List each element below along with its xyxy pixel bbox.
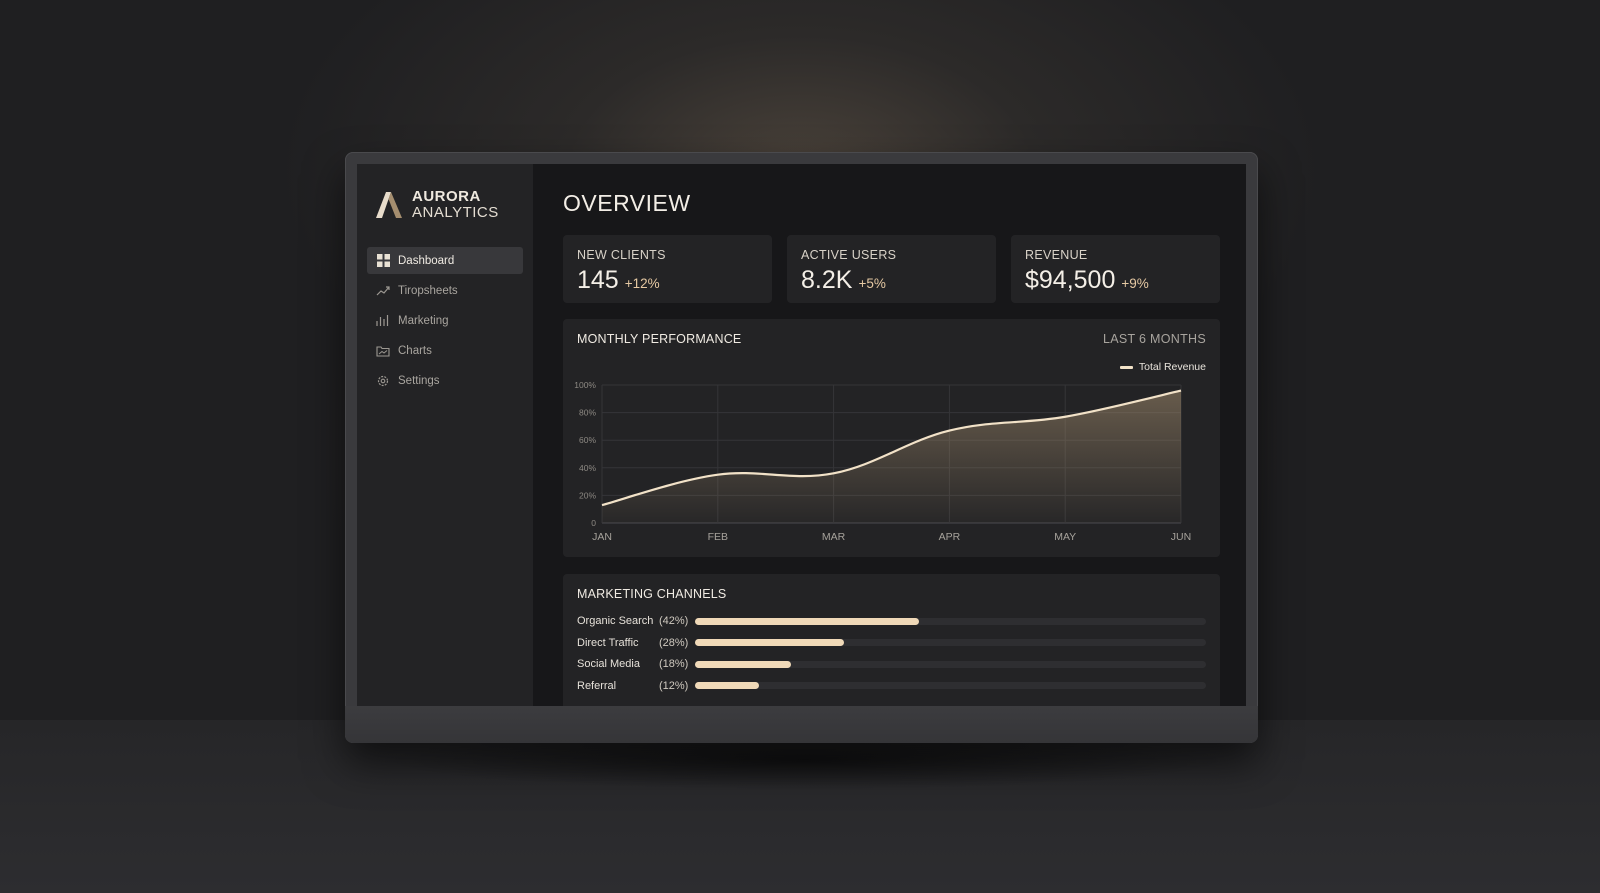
kpi-card-new-clients[interactable]: NEW CLIENTS 145 +12% [563,235,772,303]
kpi-delta: +5% [858,276,886,291]
channel-name: Referral [577,679,617,692]
channel-row[interactable]: Referral (12%) [577,679,1206,693]
marketing-channels-panel: MARKETING CHANNELS Organic Search (42%) Di… [563,574,1220,706]
channel-percent: (42%) [659,615,689,627]
kpi-label: NEW CLIENTS [577,248,666,262]
monitor-chin [345,706,1258,743]
channel-bar-fill [695,617,919,625]
channel-bar-fill [695,639,845,646]
legend-label: Total Revenue [1138,361,1206,373]
range-selector[interactable]: LAST 6 MONTHS [1103,332,1206,346]
sidebar-item-dashboard[interactable]: Dashboard [367,247,523,274]
x-tick-label: JUN [1171,531,1191,543]
channel-bar-track [695,682,1206,689]
sidebar-item-label: Marketing [398,314,449,327]
gear-icon [376,374,390,388]
performance-chart: 0 20% 40% 60% 80% 100% JAN FEB MAR APR MAY JUN [574,380,1191,543]
channels-title: MARKETING CHANNELS [577,587,727,601]
sidebar-item-tiropsheets[interactable]: Tiropsheets [367,277,523,304]
x-tick-label: FEB [708,531,728,543]
kpi-value-wrap: 145 +12% [577,266,660,295]
trend-line-icon [376,284,390,298]
channel-bar-fill [695,660,791,668]
channel-percent: (12%) [659,679,689,692]
grid-icon [376,254,390,268]
kpi-card-revenue[interactable]: REVENUE $94,500 +9% [1011,235,1220,303]
y-tick-label: 100% [574,380,596,390]
x-tick-label: JAN [592,531,612,543]
y-tick-label: 40% [579,463,596,473]
screen: AURORA ANALYTICS Dashboard Tiropsheets M… [357,164,1246,706]
sidebar-nav: Dashboard Tiropsheets Marketing Charts S… [367,247,523,397]
channel-row[interactable]: Social Media (18%) [577,657,1206,671]
kpi-label: ACTIVE USERS [801,248,897,262]
sidebar: AURORA ANALYTICS Dashboard Tiropsheets M… [357,164,533,706]
folder-icon [376,344,390,358]
sidebar-item-charts[interactable]: Charts [367,337,523,364]
x-tick-label: MAR [822,531,846,543]
channel-percent: (18%) [659,658,689,670]
y-tick-label: 60% [579,435,596,445]
sidebar-item-label: Charts [398,344,432,357]
kpi-card-active-users[interactable]: ACTIVE USERS 8.2K +5% [787,235,996,303]
kpi-value: 8.2K [801,266,853,294]
kpi-value: 145 [577,266,619,294]
logo[interactable]: AURORA ANALYTICS [374,189,499,221]
bar-chart-icon [376,314,390,328]
legend-swatch [1119,365,1133,369]
channel-bar-fill [695,682,759,689]
main-content: OVERVIEW NEW CLIENTS 145 +12% ACTIVE USER… [533,164,1246,706]
x-tick-label: APR [939,531,961,543]
kpi-label: REVENUE [1025,248,1088,262]
kpi-delta: +12% [624,276,660,291]
channel-percent: (28%) [659,636,689,649]
channel-bar-track [695,639,1206,646]
kpi-value: $94,500 [1025,266,1116,294]
y-tick-label: 0 [591,518,596,528]
kpi-value-wrap: 8.2K +5% [801,266,886,295]
page-title: OVERVIEW [563,190,691,216]
x-tick-label: MAY [1054,531,1076,543]
channel-bar-track [695,617,1206,625]
y-tick-label: 80% [579,408,596,418]
channel-name: Organic Search [577,615,654,627]
channel-bar-track [695,660,1206,668]
aurora-logo-icon [376,192,402,218]
sidebar-item-label: Tiropsheets [398,284,458,297]
kpi-delta: +9% [1121,276,1149,291]
logo-text: AURORA ANALYTICS [412,189,499,221]
channel-name: Direct Traffic [577,636,639,649]
channel-row[interactable]: Organic Search (42%) [577,614,1206,628]
logo-line2: ANALYTICS [412,204,499,221]
channel-name: Social Media [577,658,640,670]
chart-legend: Total Revenue [1119,361,1206,373]
logo-line1: AURORA [412,188,481,205]
monthly-performance-panel: 0 20% 40% 60% 80% 100% JAN FEB MAR APR MAY JUN MONT… [563,319,1220,557]
kpi-value-wrap: $94,500 +9% [1025,266,1149,295]
sidebar-item-label: Dashboard [398,254,455,267]
y-tick-label: 20% [579,490,596,500]
channel-row[interactable]: Direct Traffic (28%) [577,636,1206,650]
sidebar-item-marketing[interactable]: Marketing [367,307,523,334]
performance-title: MONTHLY PERFORMANCE [577,332,742,346]
sidebar-item-label: Settings [398,374,440,387]
sidebar-item-settings[interactable]: Settings [367,367,523,394]
